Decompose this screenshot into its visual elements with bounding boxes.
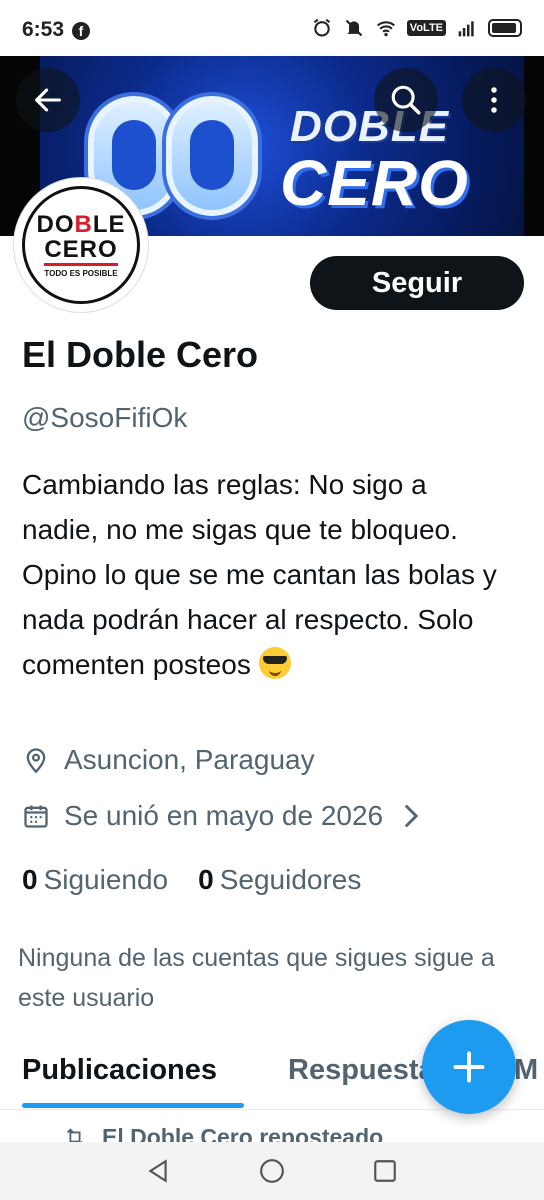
- chevron-right-icon: [404, 804, 419, 828]
- followers-link[interactable]: 0 Seguidores: [198, 864, 361, 896]
- avatar-logo: DOBLE CERO TODO ES POSIBLE: [22, 186, 140, 304]
- more-vertical-icon: [491, 87, 497, 113]
- tab-more[interactable]: M: [514, 1054, 538, 1087]
- arrow-left-icon: [35, 88, 61, 112]
- calendar-icon: [24, 805, 48, 828]
- mutual-followers-notice: Ninguna de las cuentas que sigues sigue …: [18, 944, 495, 1012]
- signal-icon: [458, 21, 474, 37]
- location-pin-icon: [26, 748, 46, 774]
- follow-stats: 0 Siguiendo 0 Seguidores: [22, 864, 361, 896]
- banner-logo-line2: CERO: [280, 147, 469, 219]
- profile-location: Asuncion, Paraguay: [22, 744, 315, 776]
- avatar-logo-line2: CERO: [44, 236, 118, 266]
- status-bar: 6:53 f VoLTE: [0, 0, 544, 56]
- alarm-icon: [313, 18, 330, 37]
- profile-handle: @SosoFifiOk: [22, 402, 188, 433]
- facebook-notification-icon: f: [72, 22, 90, 40]
- wifi-icon: [376, 21, 395, 37]
- location-text: Asuncion, Paraguay: [64, 744, 315, 775]
- avatar[interactable]: DOBLE CERO TODO ES POSIBLE: [14, 178, 148, 312]
- avatar-logo-tagline: TODO ES POSIBLE: [44, 268, 118, 278]
- follow-button[interactable]: Seguir: [310, 256, 524, 310]
- banner-edge: [524, 56, 544, 236]
- status-icons: VoLTE: [311, 18, 522, 38]
- compose-button[interactable]: [422, 1020, 516, 1114]
- profile-bio: Cambiando las reglas: No sigo a nadie, n…: [22, 469, 497, 680]
- avatar-logo-line1: DOBLE: [36, 210, 126, 238]
- volte-badge: VoLTE: [406, 20, 446, 36]
- mute-icon: [345, 19, 363, 37]
- nav-home-icon[interactable]: [259, 1158, 285, 1184]
- profile-joined[interactable]: Se unió en mayo de 2026: [22, 800, 435, 832]
- search-button[interactable]: [374, 68, 438, 132]
- back-button[interactable]: [16, 68, 80, 132]
- status-time: 6:53: [22, 18, 65, 41]
- profile-name: El Doble Cero: [22, 334, 259, 375]
- mascot-face: [166, 96, 258, 216]
- plus-icon: [453, 1051, 485, 1083]
- search-icon: [391, 85, 421, 115]
- system-nav-bar: [0, 1142, 544, 1200]
- sunglasses-emoji-icon: [258, 647, 291, 679]
- more-options-button[interactable]: [462, 68, 526, 132]
- tab-posts[interactable]: Publicaciones: [22, 1054, 217, 1087]
- following-link[interactable]: 0 Siguiendo: [22, 864, 168, 896]
- nav-back-icon[interactable]: [145, 1158, 171, 1184]
- active-tab-indicator: [22, 1103, 244, 1108]
- joined-text: Se unió en mayo de 2026: [64, 800, 384, 831]
- battery-icon: [488, 19, 522, 37]
- nav-recents-icon[interactable]: [372, 1158, 398, 1184]
